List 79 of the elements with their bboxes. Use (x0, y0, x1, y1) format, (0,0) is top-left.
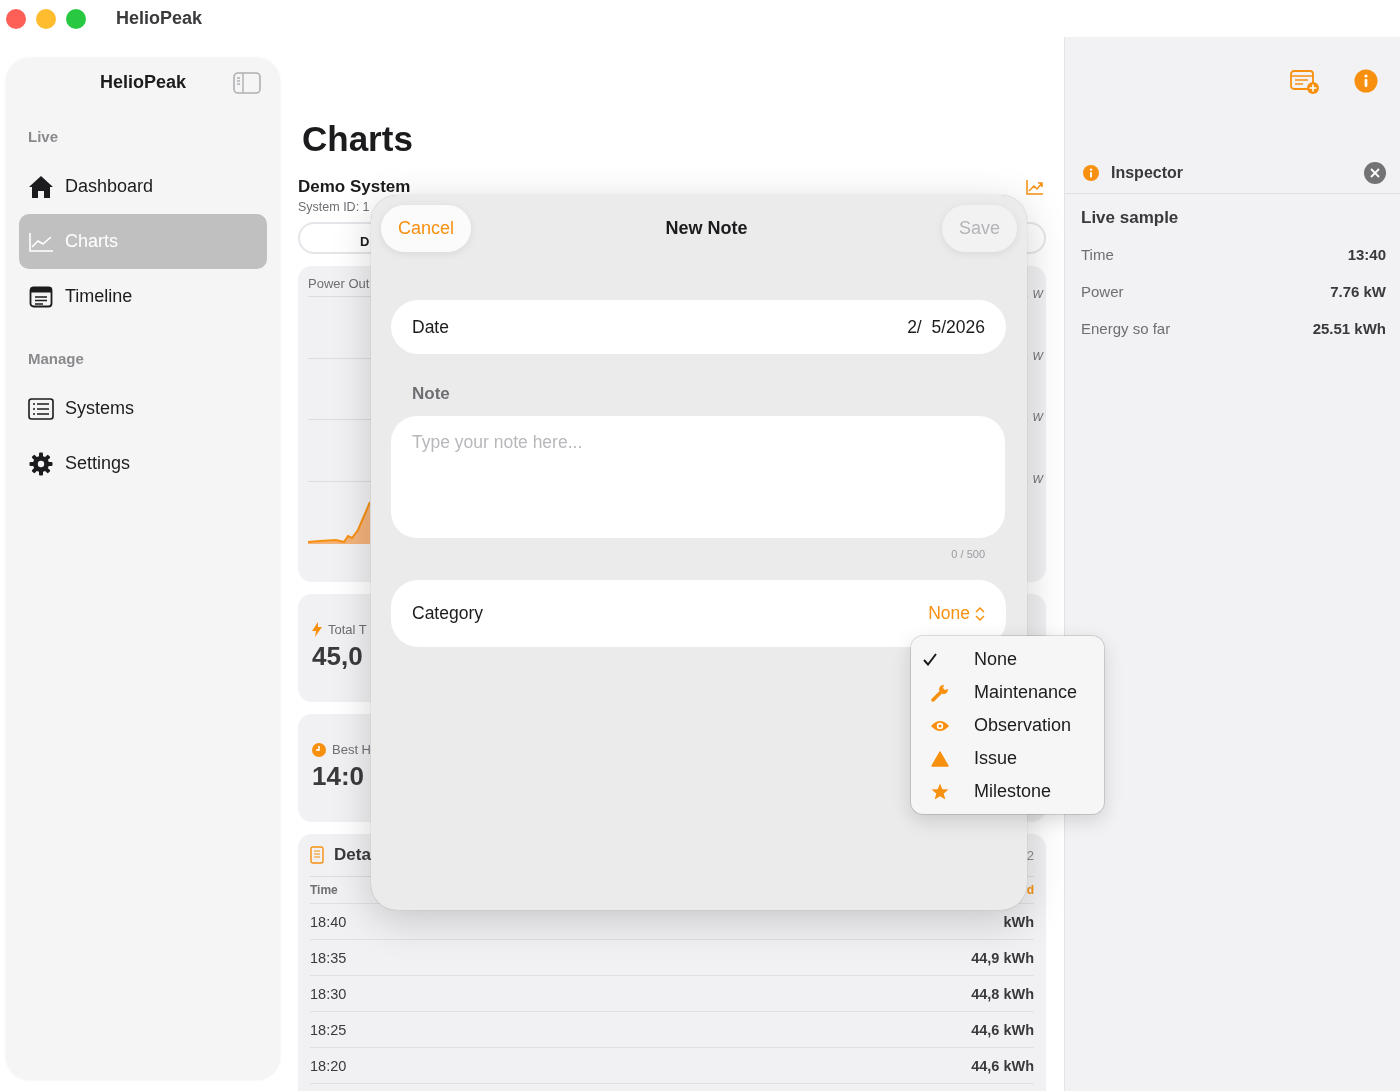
stat-value: 45,0 (312, 641, 363, 672)
note-field[interactable]: Type your note here... (391, 416, 1005, 538)
star-icon (931, 782, 949, 801)
info-icon (1083, 165, 1099, 181)
property-label: Power (1081, 283, 1124, 300)
menu-item[interactable]: Issue (911, 742, 1104, 775)
section-title: Live sample (1080, 207, 1180, 229)
column-header: d (1026, 883, 1034, 897)
window-title: HelioPeak (116, 8, 203, 29)
sheet-title: New Note (665, 218, 748, 239)
trend-chart-icon[interactable] (1026, 179, 1044, 195)
table-cell: 44,9 kWh (971, 949, 1034, 966)
close-window-button[interactable] (6, 8, 26, 29)
zoom-window-button[interactable] (66, 8, 86, 29)
field-label: Category (412, 603, 483, 624)
table-cell: 18:20 (310, 1057, 347, 1074)
chart-title: Power Out (308, 276, 371, 291)
property-value: 13:40 (1347, 246, 1386, 263)
clock-icon (312, 742, 326, 757)
sidebar-item[interactable]: Systems (19, 381, 267, 436)
table-cell: 44,6 kWh (971, 1021, 1034, 1038)
section-header: Live (27, 127, 59, 147)
table-cell: 18:30 (310, 985, 347, 1002)
sidebar-item[interactable]: Timeline (19, 269, 267, 324)
menu-item[interactable]: None (911, 643, 1104, 676)
document-icon (310, 846, 324, 864)
house-icon (28, 174, 54, 199)
table-cell: 18:35 (310, 949, 347, 966)
details-title: Deta (334, 845, 371, 865)
property-value: 25.51 kWh (1312, 320, 1386, 337)
wrench-icon (931, 683, 949, 702)
character-counter: 0 / 500 (950, 548, 985, 560)
stat-label: Best H (332, 742, 371, 757)
chevron-icon (975, 606, 985, 621)
table-cell: 44,6 kWh (971, 1057, 1034, 1074)
table-cell: 18:40 (310, 913, 347, 930)
minimize-window-button[interactable] (36, 8, 56, 29)
system-name: Demo System (298, 177, 411, 197)
sidebar-item[interactable]: Dashboard (19, 159, 267, 214)
menu-item[interactable]: Observation (911, 709, 1104, 742)
menu-item[interactable]: Milestone (911, 775, 1104, 808)
sidebar-toggle-icon[interactable] (233, 72, 261, 94)
axis-label: W (1032, 349, 1043, 362)
document-icon (29, 285, 53, 308)
table-cell: 18:25 (310, 1021, 347, 1038)
row-count: 2 (1026, 847, 1034, 863)
column-header: Time (310, 883, 338, 897)
list-icon (28, 397, 54, 420)
field-label: Note (412, 384, 451, 404)
close-icon (1370, 168, 1380, 178)
add-note-icon[interactable] (1290, 69, 1320, 95)
settings-icon (29, 451, 53, 476)
line-chart-icon (28, 230, 54, 253)
segment[interactable]: D (300, 224, 370, 252)
close-button[interactable] (1364, 162, 1386, 184)
axis-label: W (1032, 288, 1043, 300)
page-title: Charts (302, 119, 414, 159)
menu-item[interactable]: Maintenance (911, 676, 1104, 709)
date-field[interactable]: Date 2/ 5/2026 (391, 300, 1006, 354)
field-label: Date (412, 316, 449, 338)
property-value: 7.76 kW (1330, 283, 1386, 300)
date-value: 2/ 5/2026 (907, 316, 985, 338)
lightning-icon (312, 622, 322, 637)
inspector-title: Inspector (1111, 164, 1184, 182)
property-label: Energy so far (1081, 320, 1171, 337)
axis-label: W (1032, 411, 1043, 423)
stat-value: 14:0 (312, 761, 365, 792)
axis-label: W (1032, 472, 1043, 485)
table-cell: kWh (1003, 913, 1034, 930)
eye-icon (930, 718, 950, 733)
system-id: System ID: 1 (298, 200, 371, 214)
triangle-icon (931, 750, 949, 767)
sidebar-title: HelioPeak (99, 71, 186, 93)
sidebar-item[interactable]: Settings (19, 436, 267, 491)
section-header: Manage (27, 349, 85, 369)
info-icon[interactable] (1354, 69, 1378, 93)
property-label: Time (1081, 246, 1114, 263)
stat-label: Total T (328, 622, 367, 637)
table-cell: 44,8 kWh (971, 985, 1034, 1002)
